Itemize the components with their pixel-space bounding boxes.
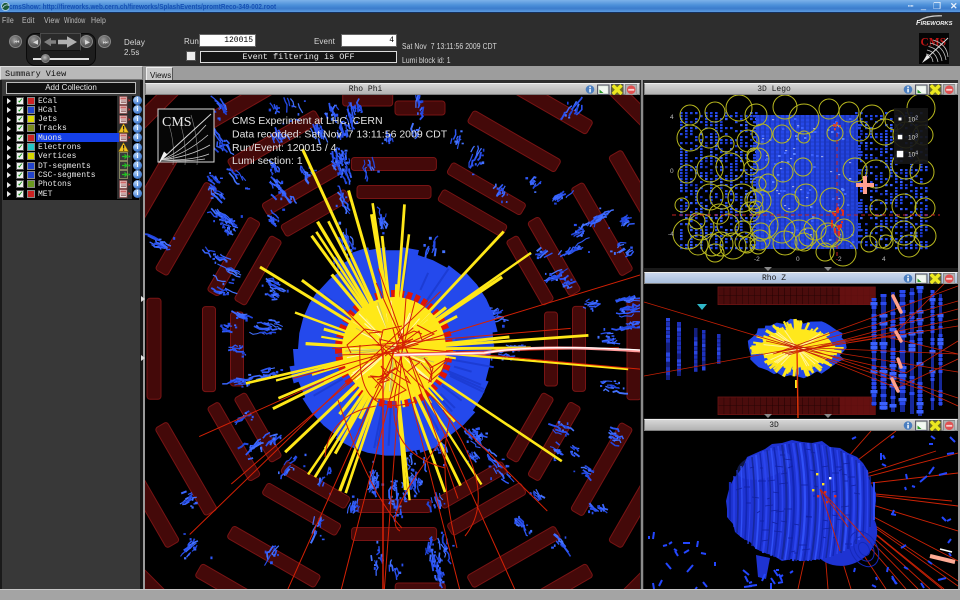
svg-text:Data recorded: Sat Nov 7 13:1: Data recorded: Sat Nov 7 13:11:56 2009 C… xyxy=(232,129,448,141)
svg-text:-2: -2 xyxy=(754,256,760,263)
svg-text:CMS: CMS xyxy=(162,115,192,130)
svg-text:CMS Experiment at LHC, CERN: CMS Experiment at LHC, CERN xyxy=(232,115,383,127)
svg-text:Run/Event: 120015 / 4: Run/Event: 120015 / 4 xyxy=(232,142,337,154)
svg-text:4: 4 xyxy=(882,256,886,263)
svg-text:CMS: CMS xyxy=(921,37,947,49)
svg-text:2: 2 xyxy=(838,256,842,263)
svg-text:4: 4 xyxy=(670,114,674,121)
svg-text:0: 0 xyxy=(670,168,674,175)
svg-text:Lumi section: 1: Lumi section: 1 xyxy=(232,155,303,167)
svg-text:-4: -4 xyxy=(668,231,674,238)
svg-text:0: 0 xyxy=(796,256,800,263)
